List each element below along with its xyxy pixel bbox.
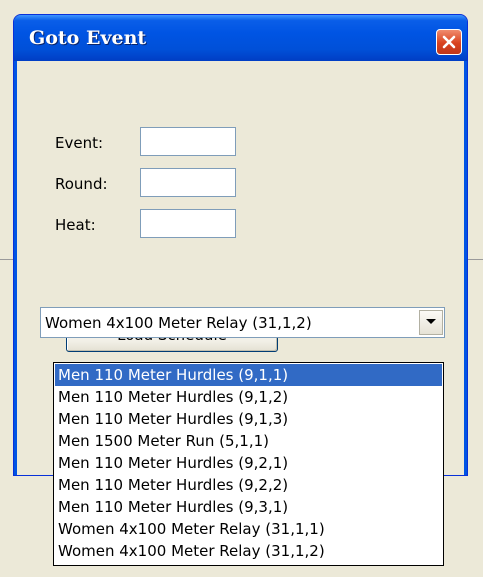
title-bar[interactable]: Goto Event — [14, 15, 467, 61]
heat-input[interactable] — [140, 209, 236, 238]
event-input[interactable] — [140, 127, 236, 156]
event-label: Event: — [55, 134, 104, 152]
list-item[interactable]: Men 110 Meter Hurdles (9,2,1) — [55, 452, 442, 474]
event-dropdown-list[interactable]: Men 110 Meter Hurdles (9,1,1) Men 110 Me… — [53, 362, 444, 566]
event-select-value: Women 4x100 Meter Relay (31,1,2) — [45, 314, 312, 332]
round-label: Round: — [55, 175, 108, 193]
list-item[interactable]: Men 110 Meter Hurdles (9,1,2) — [55, 386, 442, 408]
chevron-down-icon — [426, 319, 436, 324]
list-item[interactable]: Men 110 Meter Hurdles (9,2,2) — [55, 474, 442, 496]
list-item[interactable]: Men 1500 Meter Run (5,1,1) — [55, 430, 442, 452]
heat-label: Heat: — [55, 216, 96, 234]
background-divider-right — [466, 259, 483, 260]
dropdown-button[interactable] — [419, 310, 443, 335]
list-item[interactable]: Women 4x100 Meter Relay (31,1,2) — [55, 540, 442, 562]
list-item[interactable]: Men 110 Meter Hurdles (9,3,1) — [55, 496, 442, 518]
window-title: Goto Event — [29, 27, 147, 49]
round-input[interactable] — [140, 168, 236, 197]
list-item[interactable]: Men 110 Meter Hurdles (9,1,1) — [55, 364, 442, 386]
close-button[interactable] — [436, 29, 462, 55]
list-item[interactable]: Women 4x100 Meter Relay (31,1,1) — [55, 518, 442, 540]
list-item[interactable]: Men 110 Meter Hurdles (9,1,3) — [55, 408, 442, 430]
event-select[interactable]: Women 4x100 Meter Relay (31,1,2) — [40, 307, 445, 338]
background-divider-left — [0, 259, 13, 260]
close-icon — [442, 35, 456, 49]
